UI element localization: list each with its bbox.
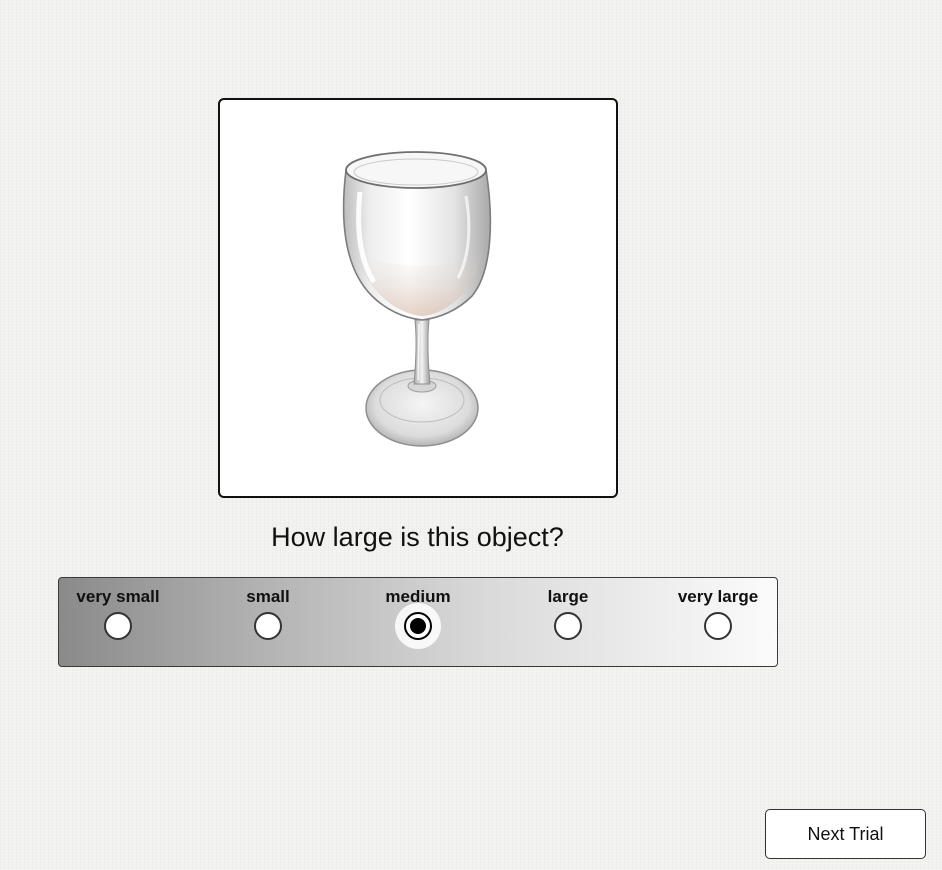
question-prompt: How large is this object? xyxy=(271,522,564,552)
option-label-large: large xyxy=(547,587,589,606)
option-label-very-large: very large xyxy=(677,587,759,606)
radio-large[interactable] xyxy=(554,612,582,640)
radio-medium-selected[interactable] xyxy=(404,612,432,640)
option-very-large[interactable]: very large xyxy=(643,587,793,640)
option-very-small[interactable]: very small xyxy=(43,587,193,640)
next-trial-button[interactable]: Next Trial xyxy=(765,809,926,859)
radio-very-large[interactable] xyxy=(704,612,732,640)
stimulus-frame xyxy=(218,98,618,498)
option-label-small: small xyxy=(246,587,290,606)
option-label-very-small: very small xyxy=(76,587,160,606)
option-small[interactable]: small xyxy=(193,587,343,640)
size-rating-scale: very small small medium large very large xyxy=(58,577,778,667)
option-label-medium: medium xyxy=(385,587,451,606)
wine-glass-image xyxy=(342,151,492,447)
option-large[interactable]: large xyxy=(493,587,643,640)
option-medium[interactable]: medium xyxy=(343,587,493,640)
radio-small[interactable] xyxy=(254,612,282,640)
radio-very-small[interactable] xyxy=(104,612,132,640)
